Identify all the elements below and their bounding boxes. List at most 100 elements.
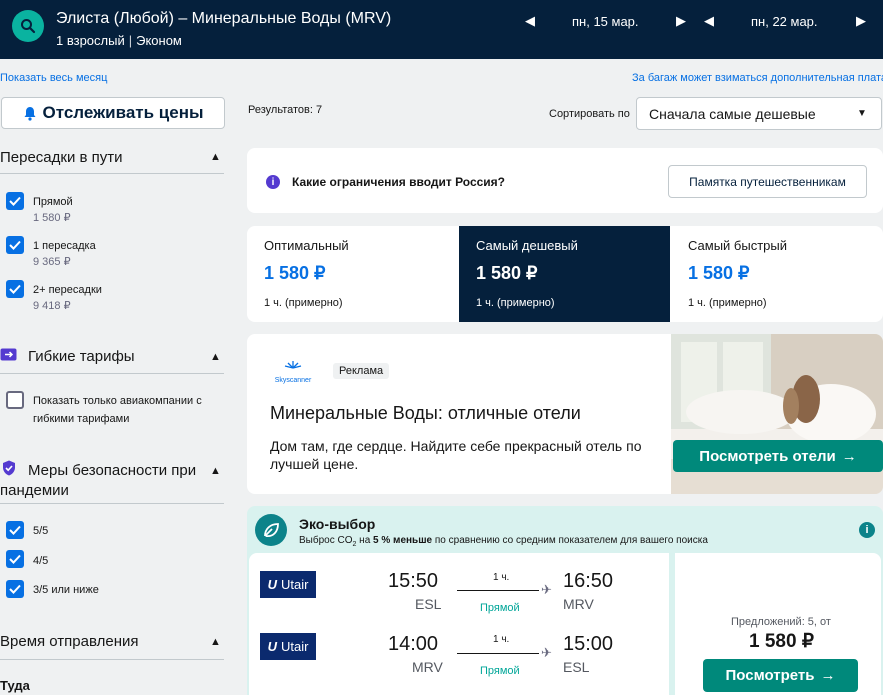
depart-prev-arrow-icon[interactable]: ◀ [525, 13, 535, 29]
show-month-link[interactable]: Показать весь месяц [0, 72, 107, 84]
check-icon [9, 284, 21, 294]
safety-filter-title[interactable]: Меры безопасности при [28, 462, 196, 479]
outbound-arrive-code: MRV [563, 596, 594, 612]
flexible-only-checkbox[interactable] [6, 391, 24, 409]
stops-two-plus-checkbox[interactable] [6, 280, 24, 298]
outbound-duration: 1 ч. [493, 572, 510, 583]
route-line [457, 653, 539, 654]
results-count: Результатов: 7 [248, 104, 323, 116]
search-header [0, 0, 883, 59]
airline-mark-icon: U [267, 639, 277, 654]
return-next-arrow-icon[interactable]: ▶ [856, 13, 866, 29]
outbound-arrive-time: 16:50 [563, 570, 614, 592]
safety-3-label: 3/5 или ниже [33, 584, 99, 596]
departure-outbound-label: Туда [0, 678, 30, 693]
eco-description: Выброс CO2 на 5 % меньше по сравнению со… [299, 535, 708, 548]
travel-memo-button[interactable]: Памятка путешественникам [668, 165, 867, 198]
check-icon [9, 240, 21, 250]
tab-label: Оптимальный [264, 238, 349, 253]
ad-title: Минеральные Воды: отличные отели [270, 403, 581, 423]
stops-one-label: 1 пересадка [33, 240, 96, 252]
tab-optimal[interactable]: Оптимальный 1 580 ₽ 1 ч. (примерно) [247, 226, 459, 322]
skyscanner-logo: Skyscanner [271, 358, 315, 384]
route-summary[interactable]: Элиста (Любой) – Минеральные Воды (MRV) [56, 10, 391, 28]
baggage-note-link[interactable]: За багаж может взиматься дополнительная … [632, 72, 883, 84]
safety-filter-title-line2[interactable]: пандемии [0, 482, 69, 499]
check-icon [9, 196, 21, 206]
safety-3-checkbox[interactable] [6, 580, 24, 598]
return-date[interactable]: пн, 22 мар. [751, 14, 818, 29]
depart-next-arrow-icon[interactable]: ▶ [676, 13, 686, 29]
tab-label: Самый дешевый [476, 238, 578, 253]
tab-fastest[interactable]: Самый быстрый 1 580 ₽ 1 ч. (примерно) [670, 226, 883, 322]
eco-desc-mid: на [356, 535, 374, 546]
divider: | [128, 33, 133, 48]
divider [0, 503, 224, 504]
departure-filter-title[interactable]: Время отправления [0, 633, 139, 650]
chevron-up-icon[interactable]: ▲ [210, 151, 221, 163]
depart-date[interactable]: пн, 15 мар. [572, 14, 639, 29]
restrictions-question: Какие ограничения вводит Россия? [292, 175, 505, 189]
stops-direct-price: 1 580 ₽ [33, 212, 71, 224]
chevron-up-icon[interactable]: ▲ [210, 351, 221, 363]
track-prices-button[interactable]: Отслеживать цены [1, 97, 225, 129]
stops-two-plus-price: 9 418 ₽ [33, 300, 71, 312]
eco-desc-prefix: Выброс CO [299, 535, 353, 546]
stops-direct-label: Прямой [33, 196, 73, 208]
flexible-filter-title[interactable]: Гибкие тарифы [28, 348, 135, 365]
shield-icon [2, 460, 16, 481]
tab-price: 1 580 ₽ [264, 263, 326, 283]
chevron-up-icon[interactable]: ▲ [210, 465, 221, 477]
safety-4-checkbox[interactable] [6, 550, 24, 568]
utair-logo: U Utair [260, 633, 316, 660]
passengers-cabin[interactable]: 1 взрослый | Эконом [56, 33, 182, 48]
sort-select[interactable]: Сначала самые дешевые [636, 97, 882, 130]
info-icon[interactable]: i [859, 522, 875, 538]
track-prices-label: Отслеживать цены [42, 103, 204, 122]
stops-one-checkbox[interactable] [6, 236, 24, 254]
caret-down-icon[interactable]: ▼ [857, 108, 867, 119]
return-stops: Прямой [480, 665, 520, 677]
tab-price: 1 580 ₽ [476, 263, 538, 283]
check-icon [9, 525, 21, 535]
stops-direct-checkbox[interactable] [6, 192, 24, 210]
divider [0, 373, 224, 374]
airline-name: Utair [280, 577, 309, 592]
view-flight-button[interactable]: Посмотреть → [703, 659, 858, 692]
ad-description: Дом там, где сердце. Найдите себе прекра… [270, 438, 642, 472]
return-arrive-time: 15:00 [563, 633, 614, 655]
return-depart-code: MRV [412, 659, 443, 675]
stops-one-price: 9 365 ₽ [33, 256, 71, 268]
outbound-stops: Прямой [480, 602, 520, 614]
view-flight-label: Посмотреть [725, 667, 815, 684]
tab-duration: 1 ч. (примерно) [264, 297, 343, 309]
eco-title: Эко-выбор [299, 516, 376, 532]
chevron-up-icon[interactable]: ▲ [210, 636, 221, 648]
search-button[interactable] [12, 10, 44, 42]
eco-desc-suffix: по сравнению со средним показателем для … [432, 535, 708, 546]
stops-filter-title[interactable]: Пересадки в пути [0, 149, 123, 166]
tab-cheapest[interactable]: Самый дешевый 1 580 ₽ 1 ч. (примерно) [459, 226, 670, 322]
check-icon [9, 584, 21, 594]
sort-label: Сортировать по [549, 108, 630, 120]
flexible-only-label-line2: гибкими тарифами [33, 413, 130, 425]
utair-logo: U Utair [260, 571, 316, 598]
leaf-icon [255, 514, 287, 546]
plane-icon: ✈ [541, 582, 552, 597]
check-icon [9, 554, 21, 564]
return-depart-time: 14:00 [388, 633, 439, 655]
safety-5-label: 5/5 [33, 525, 49, 537]
search-icon [21, 19, 36, 34]
bell-icon [24, 106, 36, 121]
offers-count: Предложений: 5, от [731, 616, 831, 628]
view-hotels-button[interactable]: Посмотреть отели → [673, 440, 883, 472]
plane-icon: ✈ [541, 645, 552, 660]
divider [0, 173, 224, 174]
passengers-label: 1 взрослый [56, 33, 125, 48]
safety-4-label: 4/5 [33, 555, 49, 567]
safety-5-checkbox[interactable] [6, 521, 24, 539]
airline-name: Utair [280, 639, 309, 654]
view-hotels-label: Посмотреть отели [699, 447, 836, 465]
return-prev-arrow-icon[interactable]: ◀ [704, 13, 714, 29]
return-duration: 1 ч. [493, 634, 510, 645]
